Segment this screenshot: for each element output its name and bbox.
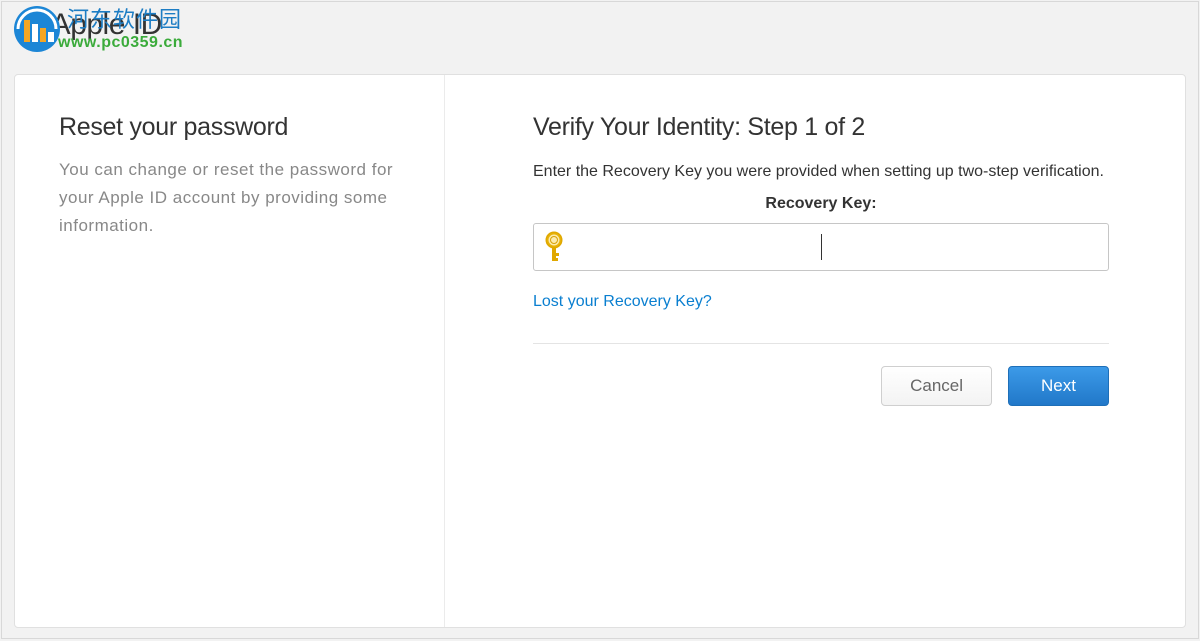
verify-instruction: Enter the Recovery Key you were provided… bbox=[533, 160, 1109, 183]
recovery-key-input-wrapper[interactable] bbox=[533, 223, 1109, 271]
next-button[interactable]: Next bbox=[1008, 366, 1109, 406]
reset-password-description: You can change or reset the password for… bbox=[59, 156, 400, 240]
right-panel: Verify Your Identity: Step 1 of 2 Enter … bbox=[445, 75, 1185, 627]
left-panel: Reset your password You can change or re… bbox=[15, 75, 445, 627]
cancel-button[interactable]: Cancel bbox=[881, 366, 992, 406]
watermark-url-text: www.pc0359.cn bbox=[58, 34, 183, 52]
text-caret bbox=[821, 234, 822, 260]
watermark-cn-text: 河东软件园 bbox=[67, 2, 182, 34]
content-card: Reset your password You can change or re… bbox=[14, 74, 1186, 628]
lost-recovery-key-link[interactable]: Lost your Recovery Key? bbox=[533, 293, 712, 311]
page-header: 河东软件园 www.pc0359.cn y Apple ID bbox=[2, 2, 1198, 74]
reset-password-title: Reset your password bbox=[59, 113, 400, 142]
verify-identity-title: Verify Your Identity: Step 1 of 2 bbox=[533, 113, 1109, 142]
divider bbox=[533, 343, 1109, 344]
action-button-row: Cancel Next bbox=[533, 366, 1109, 406]
recovery-key-input[interactable] bbox=[572, 227, 1100, 267]
key-icon bbox=[542, 231, 566, 263]
page-wrapper: 河东软件园 www.pc0359.cn y Apple ID Reset you… bbox=[1, 1, 1199, 639]
recovery-key-label: Recovery Key: bbox=[533, 195, 1109, 213]
